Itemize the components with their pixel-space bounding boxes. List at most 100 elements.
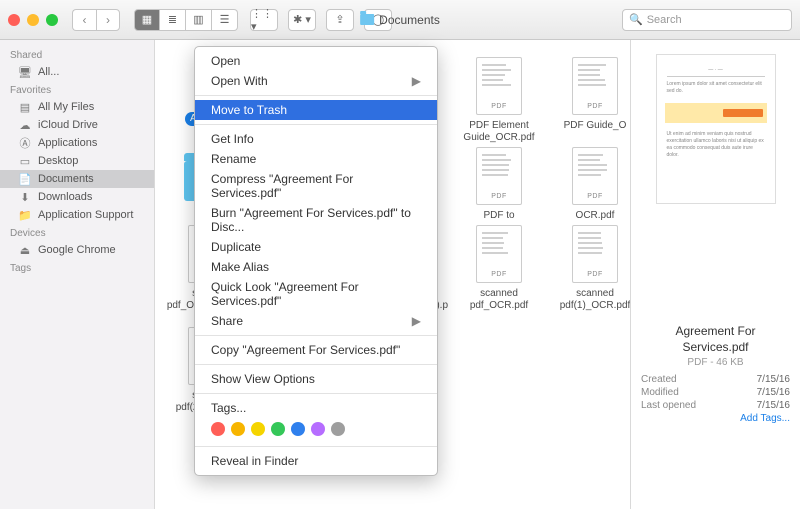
menu-separator <box>195 335 437 336</box>
file-item[interactable]: PDF OCR.pdf <box>547 146 630 222</box>
menu-item[interactable]: Make Alias <box>195 257 437 277</box>
preview-pane: — · — Lorem ipsum dolor sit amet consect… <box>630 40 800 509</box>
window-title: Documents <box>360 13 440 27</box>
preview-title: Agreement For Services.pdf <box>641 324 790 355</box>
tag-color[interactable] <box>291 422 305 436</box>
sidebar-heading: Tags <box>0 259 154 276</box>
menu-item[interactable]: Open <box>195 51 437 71</box>
zoom-icon[interactable] <box>46 14 58 26</box>
file-label: PDF Guide_O <box>564 120 627 132</box>
sidebar-item[interactable]: ▭ Desktop <box>0 152 154 170</box>
arrange-button[interactable]: ⋮⋮ ▾ <box>250 9 278 31</box>
menu-item[interactable]: Duplicate <box>195 237 437 257</box>
tag-color[interactable] <box>211 422 225 436</box>
menu-item-label: Quick Look "Agreement For Services.pdf" <box>211 280 421 308</box>
file-item[interactable]: PDFPDF to <box>451 146 547 222</box>
desktop-icon: ▭ <box>18 155 32 167</box>
file-item[interactable]: PDFPDF Element Guide_OCR.pdf <box>451 56 547 144</box>
document-icon: PDF <box>565 146 625 206</box>
menu-separator <box>195 95 437 96</box>
window-title-text: Documents <box>379 13 440 27</box>
coverflow-view-button[interactable]: ☰ <box>212 9 238 31</box>
sidebar-item-label: Application Support <box>38 209 133 221</box>
menu-item[interactable]: Get Info <box>195 129 437 149</box>
menu-item-label: Make Alias <box>211 260 269 274</box>
window-controls <box>8 14 58 26</box>
action-button[interactable]: ✱ ▾ <box>288 9 316 31</box>
share-button[interactable]: ⇪ <box>326 9 354 31</box>
sidebar-item[interactable]: 📄Documents <box>0 170 154 188</box>
sidebar-item-label: Google Chrome <box>38 244 116 256</box>
menu-separator <box>195 124 437 125</box>
preview-kind: PDF - 46 KB <box>687 357 743 368</box>
file-item[interactable]: PDFscanned pdf(1)_OCR.pdf <box>547 224 630 324</box>
preview-meta-row: Modified7/15/16 <box>641 387 790 398</box>
sidebar-heading: Shared <box>0 46 154 63</box>
file-item[interactable]: PDF PDF Guide_O <box>547 56 630 144</box>
submenu-arrow-icon: ▶ <box>412 74 421 88</box>
folder-icon <box>360 14 374 25</box>
applications-icon: Ⓐ <box>18 137 32 149</box>
sidebar-item[interactable]: ▤All My Files <box>0 98 154 116</box>
sidebar-item[interactable]: 📁Application Support <box>0 206 154 224</box>
sidebar-item[interactable]: 🖥All... <box>0 63 154 81</box>
sidebar-item-label: Documents <box>38 173 94 185</box>
menu-item[interactable]: Burn "Agreement For Services.pdf" to Dis… <box>195 203 437 237</box>
preview-meta-key: Modified <box>641 387 679 398</box>
search-icon: 🔍 <box>629 13 643 26</box>
submenu-arrow-icon: ▶ <box>412 314 421 328</box>
menu-item[interactable]: Copy "Agreement For Services.pdf" <box>195 340 437 360</box>
menu-item[interactable]: Open With▶ <box>195 71 437 91</box>
menu-item[interactable]: Quick Look "Agreement For Services.pdf" <box>195 277 437 311</box>
menu-item[interactable]: Tags... <box>195 398 437 418</box>
menu-item-label: Show View Options <box>211 372 315 386</box>
document-icon: PDF <box>469 224 529 284</box>
file-label: PDF Element Guide_OCR.pdf <box>453 120 545 144</box>
preview-meta-row: Created7/15/16 <box>641 374 790 385</box>
back-button[interactable]: ‹ <box>72 9 96 31</box>
preview-meta-key: Last opened <box>641 400 696 411</box>
menu-item[interactable]: Reveal in Finder <box>195 451 437 471</box>
document-icon: PDF <box>565 56 625 116</box>
downloads-icon: ⬇ <box>18 191 32 203</box>
file-label: OCR.pdf <box>576 210 615 222</box>
cloud-icon: ☁ <box>18 119 32 131</box>
preview-meta-row: Last opened7/15/16 <box>641 400 790 411</box>
minimize-icon[interactable] <box>27 14 39 26</box>
add-tags-link[interactable]: Add Tags... <box>740 413 790 424</box>
file-label: scanned pdf_OCR.pdf <box>453 288 545 312</box>
menu-item[interactable]: Compress "Agreement For Services.pdf" <box>195 169 437 203</box>
sidebar-item-label: iCloud Drive <box>38 119 98 131</box>
tag-color[interactable] <box>331 422 345 436</box>
sidebar-item[interactable]: ⏏Google Chrome <box>0 241 154 259</box>
list-view-button[interactable]: ≣ <box>160 9 186 31</box>
tag-color[interactable] <box>251 422 265 436</box>
search-placeholder: Search <box>647 14 682 26</box>
menu-item-label: Open <box>211 54 240 68</box>
sidebar-item[interactable]: ⒶApplications <box>0 134 154 152</box>
sidebar-item-label: Downloads <box>38 191 92 203</box>
preview-meta-value: 7/15/16 <box>757 374 790 385</box>
sidebar-heading: Devices <box>0 224 154 241</box>
file-item[interactable]: PDF scanned pdf_OCR.pdf <box>451 224 547 324</box>
sidebar-item-label: Desktop <box>38 155 78 167</box>
menu-item[interactable]: Rename <box>195 149 437 169</box>
search-field[interactable]: 🔍 Search <box>622 9 792 31</box>
titlebar: ‹ › ▦ ≣ ▥ ☰ ⋮⋮ ▾ ✱ ▾ ⇪ ◯ Documents 🔍 Sea… <box>0 0 800 40</box>
tag-color[interactable] <box>311 422 325 436</box>
document-icon: PDF <box>565 224 625 284</box>
tag-color[interactable] <box>271 422 285 436</box>
close-icon[interactable] <box>8 14 20 26</box>
network-icon: 🖥 <box>18 66 32 78</box>
icon-view-button[interactable]: ▦ <box>134 9 160 31</box>
sidebar-item[interactable]: ⬇ Downloads <box>0 188 154 206</box>
nav-buttons: ‹ › <box>72 9 120 31</box>
menu-item[interactable]: Show View Options <box>195 369 437 389</box>
menu-item[interactable]: Share▶ <box>195 311 437 331</box>
column-view-button[interactable]: ▥ <box>186 9 212 31</box>
tag-color[interactable] <box>231 422 245 436</box>
view-switcher: ▦ ≣ ▥ ☰ <box>134 9 238 31</box>
forward-button[interactable]: › <box>96 9 120 31</box>
menu-item[interactable]: Move to Trash <box>195 100 437 120</box>
sidebar-item[interactable]: ☁ iCloud Drive <box>0 116 154 134</box>
